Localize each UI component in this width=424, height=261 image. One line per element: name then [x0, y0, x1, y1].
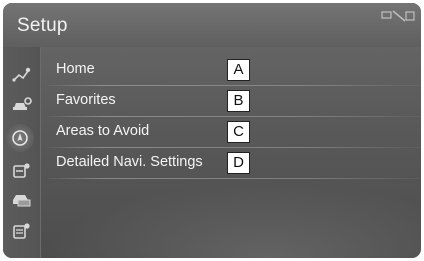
menu-item-label: Detailed Navi. Settings: [56, 154, 203, 170]
status-icon: [381, 9, 415, 22]
row-divider: [47, 178, 421, 179]
background-glow: [43, 183, 421, 258]
car-settings-icon[interactable]: [11, 96, 33, 114]
menu-item-home[interactable]: Home A: [47, 55, 421, 86]
menu-item-detailed-navi-settings[interactable]: Detailed Navi. Settings D: [47, 148, 421, 179]
menu-item-areas-to-avoid[interactable]: Areas to Avoid C: [47, 117, 421, 148]
page-title: Setup: [17, 15, 68, 36]
menu-item-label: Favorites: [56, 92, 116, 108]
callout-label: D: [227, 152, 250, 174]
callout-label: B: [227, 90, 250, 112]
callout-label: C: [227, 121, 250, 143]
route-icon[interactable]: [11, 66, 33, 84]
navigation-icon[interactable]: [6, 124, 34, 152]
menu-item-label: Areas to Avoid: [56, 123, 150, 139]
menu-item-favorites[interactable]: Favorites B: [47, 86, 421, 117]
setup-screen: Setup Home A Favorites B Areas to Avoid …: [3, 3, 421, 258]
menu-item-label: Home: [56, 61, 95, 77]
phone-settings-icon[interactable]: [11, 162, 33, 180]
sidebar: [3, 47, 41, 258]
header-bar: Setup: [3, 3, 421, 47]
vehicle-icon[interactable]: [11, 191, 33, 209]
data-settings-icon[interactable]: [11, 222, 33, 240]
callout-label: A: [227, 59, 250, 81]
